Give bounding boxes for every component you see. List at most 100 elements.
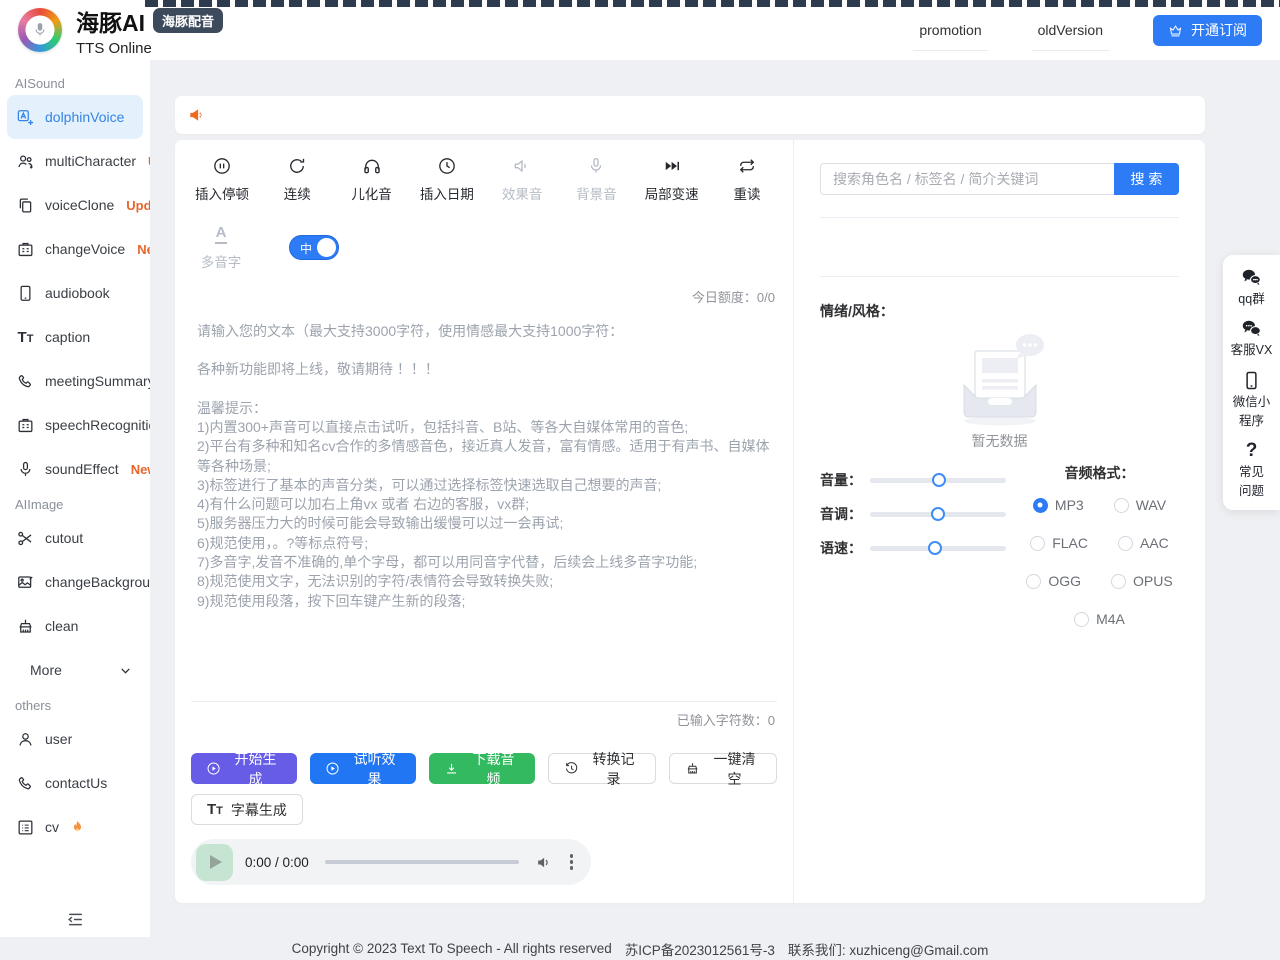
format-opus[interactable]: OPUS <box>1111 573 1173 589</box>
slider-handle[interactable] <box>931 507 945 521</box>
toolbar-sound-effect: 效果音 <box>496 156 548 203</box>
format-aac[interactable]: AAC <box>1118 535 1169 551</box>
wechat-miniprogram-item[interactable]: 微信小 程序 <box>1233 370 1271 430</box>
action-buttons-row2: TT 字幕生成 <box>191 794 777 825</box>
speed-label: 语速： <box>820 538 870 558</box>
sidebar-item-changevoice[interactable]: changeVoice New <box>0 227 150 271</box>
footer-contact: 联系我们: xuzhiceng@Gmail.com <box>788 939 989 959</box>
toolbar-insert-date[interactable]: 插入日期 <box>420 156 474 203</box>
sidebar-item-changebackground[interactable]: changeBackground <box>0 560 150 604</box>
play-icon <box>210 855 222 869</box>
pitch-slider-row: 音调： <box>820 497 1006 531</box>
empty-text: 暂无数据 <box>920 431 1080 451</box>
format-label: AAC <box>1140 535 1169 551</box>
subscribe-button[interactable]: 开通订阅 <box>1153 15 1262 46</box>
format-m4a[interactable]: M4A <box>1074 611 1125 627</box>
faq-item[interactable]: ? 常见 问题 <box>1239 440 1264 500</box>
history-button[interactable]: 转换记录 <box>548 753 656 784</box>
sidebar-item-user[interactable]: user <box>0 717 150 761</box>
sidebar-item-voiceclone[interactable]: voiceClone Upd <box>0 183 150 227</box>
chat-bubbles-icon <box>1241 318 1262 339</box>
search-input[interactable] <box>820 163 1114 195</box>
horn-icon <box>188 106 206 124</box>
player-menu-button[interactable] <box>566 850 578 874</box>
sidebar-item-more[interactable]: More <box>0 648 150 692</box>
chat-bubbles-icon <box>1241 267 1262 288</box>
speaker-icon <box>512 156 532 176</box>
volume-slider[interactable] <box>870 478 1006 483</box>
sidebar-item-cv[interactable]: cv <box>0 805 150 849</box>
sidebar-item-soundeffect[interactable]: soundEffect New <box>0 447 150 491</box>
sidebar-item-label: soundEffect <box>45 461 119 477</box>
sidebar-item-speechrecognition[interactable]: speechRecognition <box>0 403 150 447</box>
wechat-support-item[interactable]: 客服VX <box>1231 318 1273 358</box>
slider-handle[interactable] <box>932 473 946 487</box>
contact-label: 客服VX <box>1231 342 1273 358</box>
sidebar-item-audiobook[interactable]: audiobook <box>0 271 150 315</box>
toolbar-label: 重读 <box>733 183 760 203</box>
search-button[interactable]: 搜 索 <box>1114 163 1179 195</box>
voice-search: 搜 索 <box>820 163 1179 195</box>
sidebar-item-badge: Upd <box>126 198 150 213</box>
sidebar-item-caption[interactable]: TT caption <box>0 315 150 359</box>
voice-controls: 音量： 音调： 语速： <box>820 463 1179 649</box>
format-wav[interactable]: WAV <box>1114 497 1166 513</box>
icp-number[interactable]: 苏ICP备2023012561号-3 <box>625 939 775 959</box>
clipboard-icon <box>16 416 35 435</box>
qq-group-item[interactable]: qq群 <box>1238 267 1264 307</box>
crown-icon <box>1168 23 1183 38</box>
editor-panel: 插入停顿 连续 儿化音 插入日期 效果音 <box>175 140 793 903</box>
toggle-knob <box>317 238 336 257</box>
nav-promotion[interactable]: promotion <box>913 22 987 51</box>
contact-label: 问题 <box>1239 483 1264 499</box>
sidebar-section-others: others <box>15 698 150 713</box>
speed-slider[interactable] <box>870 546 1006 551</box>
toolbar-insert-pause[interactable]: 插入停顿 <box>195 156 249 203</box>
sidebar-item-cutout[interactable]: cutout <box>0 516 150 560</box>
polyphonic-toggle[interactable]: 中 <box>289 235 339 260</box>
toolbar-label: 效果音 <box>502 183 543 203</box>
pitch-slider[interactable] <box>870 512 1006 517</box>
sidebar-section-aiimage: AIImage <box>15 497 150 512</box>
id-card-icon <box>16 240 35 259</box>
format-mp3[interactable]: MP3 <box>1033 497 1084 513</box>
sidebar-item-contactus[interactable]: contactUs <box>0 761 150 805</box>
sidebar-item-dolphinvoice[interactable]: dolphinVoice <box>7 95 143 139</box>
fast-forward-icon <box>662 156 682 176</box>
subtitle-button[interactable]: TT 字幕生成 <box>191 794 303 825</box>
preview-button[interactable]: 试听效果 <box>310 753 416 784</box>
player-play-button[interactable] <box>196 844 233 881</box>
sidebar-item-clean[interactable]: clean <box>0 604 150 648</box>
sidebar-item-label: speechRecognition <box>45 417 150 433</box>
format-ogg[interactable]: OGG <box>1026 573 1081 589</box>
format-label: MP3 <box>1055 497 1084 513</box>
sidebar-item-meetingsummary[interactable]: meetingSummary <box>0 359 150 403</box>
slider-handle[interactable] <box>928 541 942 555</box>
toolbar-continuous[interactable]: 连续 <box>271 156 323 203</box>
toolbar-label: 局部变速 <box>645 183 699 203</box>
volume-icon[interactable] <box>535 853 554 872</box>
text-input[interactable]: 请输入您的文本（最大支持3000字符，使用情感最大支持1000字符： 各种新功能… <box>191 322 777 702</box>
format-flac[interactable]: FLAC <box>1030 535 1088 551</box>
nav-oldversion[interactable]: oldVersion <box>1032 22 1109 51</box>
toolbar-erhua[interactable]: 儿化音 <box>346 156 398 203</box>
daily-quota: 今日额度：0/0 <box>191 287 777 306</box>
radio-icon <box>1114 498 1129 513</box>
contact-label: 微信小 <box>1233 394 1271 410</box>
app-logo[interactable] <box>18 8 62 52</box>
toolbar-local-speed[interactable]: 局部变速 <box>645 156 699 203</box>
voice-list-empty-area <box>820 218 1179 276</box>
sidebar-section-aisound: AISound <box>15 76 150 91</box>
clear-button[interactable]: 一键清空 <box>669 753 777 784</box>
toolbar-re-read[interactable]: 重读 <box>721 156 773 203</box>
volume-slider-row: 音量： <box>820 463 1006 497</box>
generate-button[interactable]: 开始生成 <box>191 753 297 784</box>
sidebar-collapse-button[interactable] <box>0 910 150 929</box>
sidebar-item-multicharacter[interactable]: multiCharacter Upd <box>0 139 150 183</box>
player-progress[interactable] <box>325 860 519 864</box>
toolbar-label: 插入停顿 <box>195 183 249 203</box>
download-button[interactable]: 下载音频 <box>429 753 535 784</box>
microphone-icon <box>16 460 35 479</box>
question-mark-icon: ? <box>1246 440 1258 461</box>
subscribe-label: 开通订阅 <box>1191 20 1247 40</box>
